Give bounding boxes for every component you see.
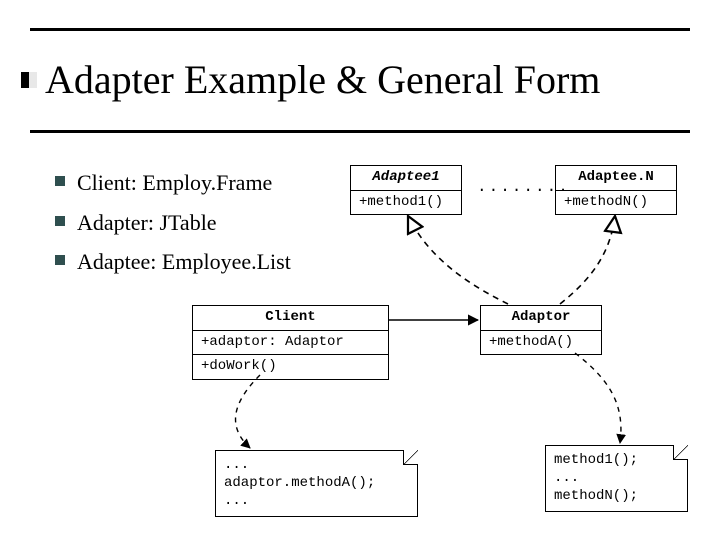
ellipsis-icon: ........ (477, 178, 570, 196)
class-name: Adaptor (481, 306, 601, 331)
class-adaptor: Adaptor +methodA() (480, 305, 602, 355)
class-method: +method1() (351, 191, 461, 215)
note-client: ... adaptor.methodA(); ... (215, 450, 418, 517)
uml-diagram: Adaptee1 +method1() Adaptee.N +methodN()… (0, 0, 720, 540)
class-client: Client +adaptor: Adaptor +doWork() (192, 305, 389, 380)
class-operation: +doWork() (193, 355, 388, 379)
class-attribute: +adaptor: Adaptor (193, 331, 388, 356)
class-adaptee1: Adaptee1 +method1() (350, 165, 462, 215)
class-name: Client (193, 306, 388, 331)
note-adaptor: method1(); ... methodN(); (545, 445, 688, 512)
class-name: Adaptee1 (351, 166, 461, 191)
class-name: Adaptee.N (556, 166, 676, 191)
class-method: +methodA() (481, 331, 601, 355)
class-adaptee-n: Adaptee.N +methodN() (555, 165, 677, 215)
slide: Adapter Example & General Form Client: E… (0, 0, 720, 540)
class-method: +methodN() (556, 191, 676, 215)
